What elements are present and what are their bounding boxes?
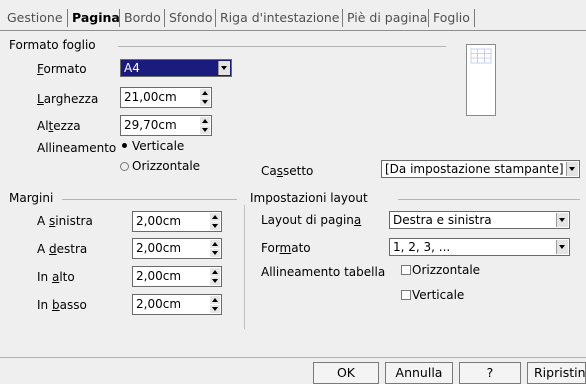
reset-button[interactable]: Ripristina [527,362,586,384]
chevron-down-icon [218,61,230,75]
format-dropdown[interactable]: A4 [120,59,232,77]
tab-bordo[interactable]: Bordo [121,8,164,28]
group-line [118,46,446,47]
landscape-label[interactable]: Orizzontale [132,159,200,173]
chevron-down-icon [556,240,568,254]
numbering-format-value: 1, 2, 3, ... [393,240,451,254]
tab-gestione[interactable]: Gestione [4,8,66,28]
spin-buttons [210,213,220,230]
spin-up-icon[interactable] [210,296,220,304]
tray-dropdown[interactable]: [Da impostazione stampante] [381,160,580,178]
portrait-radio[interactable] [120,141,129,150]
page-format-group-title: Formato foglio [9,38,96,52]
spin-down-icon[interactable] [200,98,210,106]
tab-separator [474,9,475,27]
radio-ring-icon [120,162,129,171]
spin-up-icon[interactable] [200,89,210,97]
horizontal-label[interactable]: Orizzontale [412,263,480,277]
portrait-label[interactable]: Verticale [132,139,184,153]
horizontal-checkbox[interactable] [401,265,411,275]
spin-buttons [200,89,210,106]
spin-down-icon[interactable] [210,222,220,230]
spin-up-icon[interactable] [210,213,220,221]
tab-pie-di-pagina[interactable]: Piè di pagina [344,8,430,28]
width-value: 21,00cm [124,90,177,104]
height-label: Altezza [37,119,81,133]
page-preview [466,44,496,116]
vertical-separator [244,205,245,329]
margin-left-label: A sinistra [37,214,93,228]
table-align-label: Allineamento tabella [261,265,386,279]
spin-buttons [200,117,210,134]
spin-down-icon[interactable] [210,305,220,313]
margin-right-spinfield[interactable]: 2,00cm [132,238,222,259]
spin-down-icon[interactable] [200,126,210,134]
margin-right-value: 2,00cm [136,241,182,255]
margins-group-title: Margini [9,191,54,205]
spin-buttons [210,240,220,257]
spin-down-icon[interactable] [210,249,220,257]
width-label: Larghezza [37,92,99,106]
ok-button[interactable]: OK [313,362,379,384]
tab-separator [164,9,165,27]
chevron-down-icon [566,162,578,176]
margin-top-label: In alto [37,270,75,284]
group-line [398,199,580,200]
group-line [62,199,237,200]
numbering-format-label: Formato [261,241,311,255]
margin-bottom-label: In basso [37,298,87,312]
page-layout-dropdown[interactable]: Destra e sinistra [389,211,570,229]
page-layout-label: Layout di pagina [261,213,362,227]
format-dropdown-value: A4 [124,61,140,75]
tab-sfondo[interactable]: Sfondo [166,8,216,28]
layout-group-title: Impostazioni layout [250,191,368,205]
height-value: 29,70cm [124,118,177,132]
margin-left-spinfield[interactable]: 2,00cm [132,211,222,232]
spin-up-icon[interactable] [210,268,220,276]
spin-up-icon[interactable] [210,240,220,248]
tray-label: Cassetto [261,164,314,178]
landscape-radio[interactable] [120,162,129,171]
tab-separator [67,9,68,27]
radio-dot-icon [122,143,127,148]
chevron-down-icon [556,213,568,227]
vertical-checkbox[interactable] [401,290,411,300]
height-spinfield[interactable]: 29,70cm [120,115,212,136]
spin-down-icon[interactable] [210,277,220,285]
spin-buttons [210,268,220,285]
margin-top-value: 2,00cm [136,269,182,283]
spin-up-icon[interactable] [200,117,210,125]
orientation-label: Allineamento [37,141,117,155]
margin-left-value: 2,00cm [136,214,182,228]
page-layout-value: Destra e sinistra [393,213,492,227]
margin-top-spinfield[interactable]: 2,00cm [132,266,222,287]
tab-separator [119,9,120,27]
format-label: Formato [37,62,87,76]
width-spinfield[interactable]: 21,00cm [120,87,212,108]
help-button[interactable]: ? [459,362,521,384]
spin-buttons [210,296,220,313]
vertical-label[interactable]: Verticale [412,288,464,302]
format-label-text: ormato [43,62,87,76]
numbering-format-dropdown[interactable]: 1, 2, 3, ... [389,238,570,256]
tab-separator [428,9,429,27]
button-bar-separator [0,357,586,358]
cancel-button[interactable]: Annulla [385,362,453,384]
tab-foglio[interactable]: Foglio [430,8,473,28]
page-preview-icon [466,44,496,116]
tray-value: [Da impostazione stampante] [385,162,564,176]
tab-separator [342,9,343,27]
tab-separator [215,9,216,27]
margin-right-label: A destra [37,242,88,256]
margin-bottom-spinfield[interactable]: 2,00cm [132,294,222,315]
margin-bottom-value: 2,00cm [136,297,182,311]
tab-bar: Gestione Pagina Bordo Sfondo Riga d'inte… [0,0,586,33]
tab-baseline [0,30,586,31]
tab-riga-intestazione[interactable]: Riga d'intestazione [217,8,342,28]
tab-pagina[interactable]: Pagina [69,8,123,28]
